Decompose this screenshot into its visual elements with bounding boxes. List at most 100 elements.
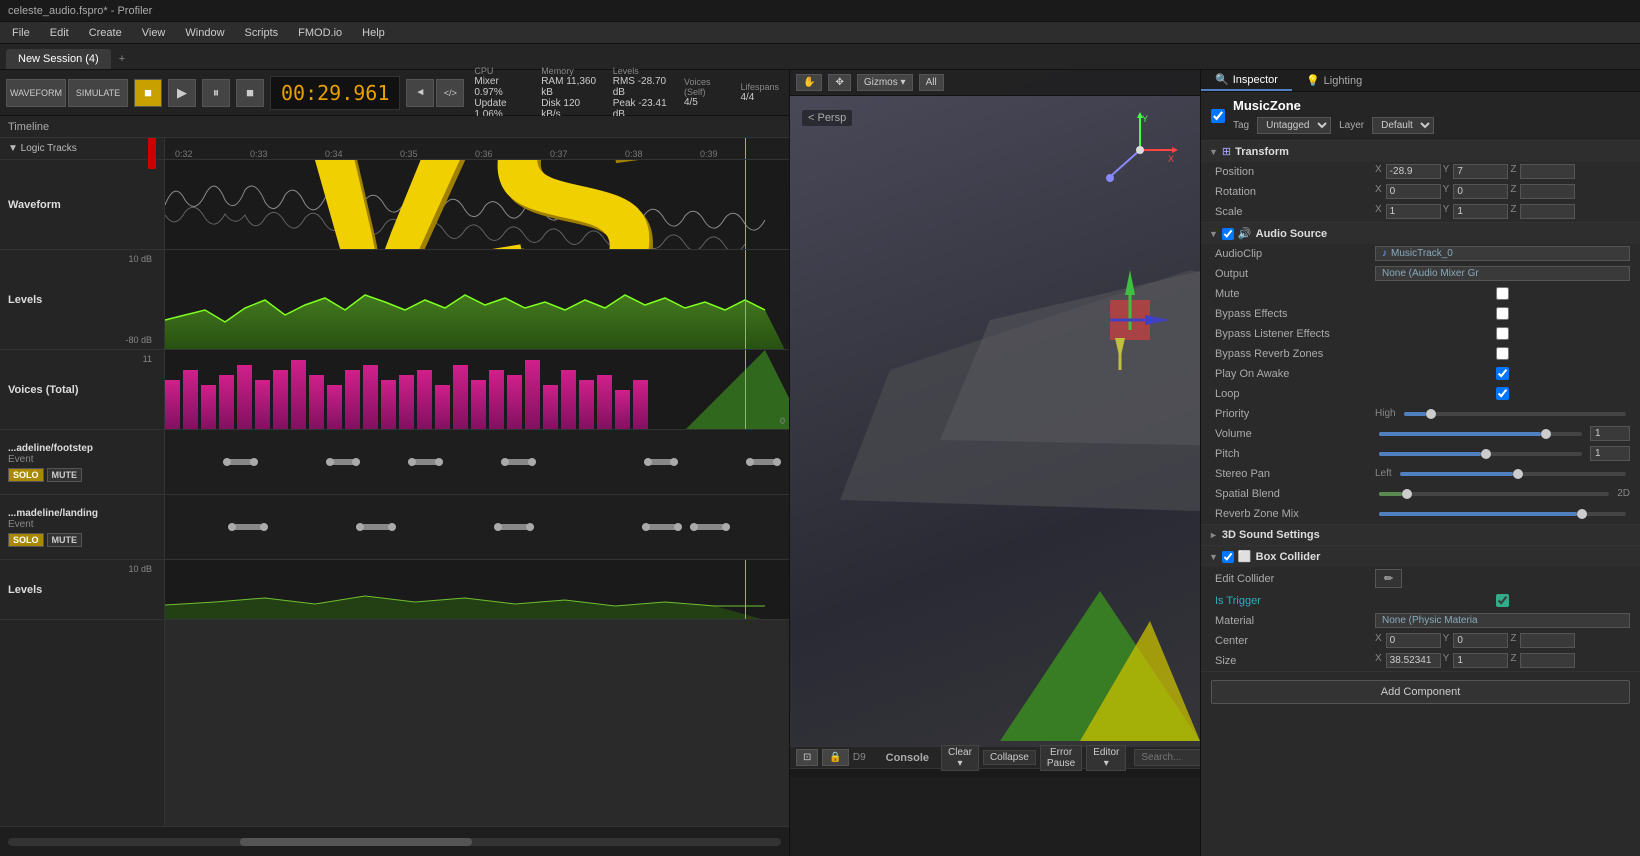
priority-slider[interactable] bbox=[1404, 412, 1626, 416]
console-d9-label: D9 bbox=[853, 752, 866, 763]
footstep-handle-1[interactable] bbox=[223, 459, 258, 465]
landing-solo[interactable]: SOLO bbox=[8, 533, 44, 547]
center-z[interactable] bbox=[1520, 633, 1575, 648]
bypass-reverb-checkbox[interactable] bbox=[1375, 347, 1630, 360]
reverb-zone-mix-row: Reverb Zone Mix bbox=[1201, 504, 1640, 524]
play-button[interactable]: ▶ bbox=[168, 79, 196, 107]
menu-window[interactable]: Window bbox=[177, 25, 232, 41]
transport-code-toggle[interactable]: </> bbox=[436, 79, 464, 107]
size-z[interactable] bbox=[1520, 653, 1575, 668]
console-editor-button[interactable]: Editor bbox=[1086, 745, 1126, 771]
rotation-y[interactable] bbox=[1453, 184, 1508, 199]
transform-header[interactable]: ▼ ⊞ Transform bbox=[1201, 141, 1640, 162]
bypass-effects-checkbox[interactable] bbox=[1375, 307, 1630, 320]
footstep-handle-2[interactable] bbox=[326, 459, 361, 465]
scale-z[interactable] bbox=[1520, 204, 1575, 219]
stat-voices: Voices (Self) 4/5 bbox=[684, 77, 725, 108]
transport-arrow-left[interactable]: ◄ bbox=[406, 79, 434, 107]
menu-view[interactable]: View bbox=[134, 25, 174, 41]
hand-tool[interactable]: ✋ bbox=[796, 74, 822, 91]
landing-handle-5[interactable] bbox=[690, 524, 730, 530]
record-button[interactable]: ■ bbox=[134, 79, 162, 107]
spatial-blend-slider[interactable] bbox=[1379, 492, 1609, 496]
gizmos-button[interactable]: Gizmos ▾ bbox=[857, 74, 913, 91]
console-collapse-button[interactable]: Collapse bbox=[983, 750, 1036, 765]
menu-scripts[interactable]: Scripts bbox=[237, 25, 287, 41]
scrollbar-thumb[interactable] bbox=[240, 838, 472, 846]
tab-inspector[interactable]: 🔍 Inspector bbox=[1201, 70, 1292, 91]
play-on-awake-row: Play On Awake bbox=[1201, 364, 1640, 384]
box-collider-header[interactable]: ▼ ⬜ Box Collider bbox=[1201, 546, 1640, 567]
loop-checkbox[interactable] bbox=[1375, 387, 1630, 400]
rotation-z[interactable] bbox=[1520, 184, 1575, 199]
edit-collider-button[interactable]: ✏ bbox=[1375, 569, 1402, 588]
pitch-slider[interactable] bbox=[1379, 452, 1582, 456]
bypass-listener-checkbox[interactable] bbox=[1375, 327, 1630, 340]
landing-handle-1[interactable] bbox=[228, 524, 268, 530]
pause-button[interactable]: ⏸ bbox=[202, 79, 230, 107]
terrain-shape bbox=[1000, 541, 1200, 741]
landing-handle-2[interactable] bbox=[356, 524, 396, 530]
position-y[interactable] bbox=[1453, 164, 1508, 179]
tab-add[interactable]: + bbox=[111, 49, 133, 69]
scale-y[interactable] bbox=[1453, 204, 1508, 219]
all-button[interactable]: All bbox=[919, 74, 944, 91]
landing-mute[interactable]: MUTE bbox=[47, 533, 83, 547]
landing-handle-4[interactable] bbox=[642, 524, 682, 530]
console-error-pause-button[interactable]: Error Pause bbox=[1040, 745, 1082, 771]
object-tag-dropdown[interactable]: Untagged bbox=[1257, 117, 1331, 134]
menu-help[interactable]: Help bbox=[354, 25, 393, 41]
menu-fmodio[interactable]: FMOD.io bbox=[290, 25, 350, 41]
console-search-input[interactable] bbox=[1134, 749, 1200, 766]
pitch-input[interactable] bbox=[1590, 446, 1630, 461]
footstep-handle-4[interactable] bbox=[501, 459, 536, 465]
tab-session[interactable]: New Session (4) bbox=[6, 49, 111, 69]
is-trigger-checkbox[interactable] bbox=[1375, 594, 1630, 607]
size-x[interactable] bbox=[1386, 653, 1441, 668]
loop-row: Loop bbox=[1201, 384, 1640, 404]
add-component-button[interactable]: Add Component bbox=[1211, 680, 1630, 704]
footstep-handle-6[interactable] bbox=[746, 459, 781, 465]
scene-background: < Persp Y X bbox=[790, 70, 1200, 856]
box-collider-enabled[interactable] bbox=[1222, 551, 1234, 563]
scale-x[interactable] bbox=[1386, 204, 1441, 219]
menu-file[interactable]: File bbox=[4, 25, 38, 41]
rotation-x[interactable] bbox=[1386, 184, 1441, 199]
audio-source-enabled[interactable] bbox=[1222, 228, 1234, 240]
position-z[interactable] bbox=[1520, 164, 1575, 179]
logic-tracks-label: ▼ Logic Tracks bbox=[8, 143, 77, 154]
audio-source-header[interactable]: ▼ 🔊 Audio Source bbox=[1201, 223, 1640, 244]
sound-settings-header[interactable]: ► 3D Sound Settings bbox=[1201, 525, 1640, 545]
bypass-listener-row: Bypass Listener Effects bbox=[1201, 324, 1640, 344]
volume-slider[interactable] bbox=[1379, 432, 1582, 436]
transport-mode-simulate[interactable]: SIMULATE bbox=[68, 79, 128, 107]
console-dock-icon[interactable]: ⊡ bbox=[796, 749, 818, 766]
horizontal-scrollbar[interactable] bbox=[8, 838, 781, 846]
volume-input[interactable] bbox=[1590, 426, 1630, 441]
center-x[interactable] bbox=[1386, 633, 1441, 648]
size-y[interactable] bbox=[1453, 653, 1508, 668]
menu-create[interactable]: Create bbox=[81, 25, 130, 41]
footstep-handle-5[interactable] bbox=[644, 459, 679, 465]
footstep-solo[interactable]: SOLO bbox=[8, 468, 44, 482]
object-layer-dropdown[interactable]: Default bbox=[1372, 117, 1434, 134]
level-meter bbox=[148, 138, 156, 169]
tab-lighting[interactable]: 💡 Lighting bbox=[1292, 70, 1376, 91]
position-x[interactable] bbox=[1386, 164, 1441, 179]
footstep-mute[interactable]: MUTE bbox=[47, 468, 83, 482]
move-tool[interactable]: ✥ bbox=[828, 74, 850, 91]
center-y[interactable] bbox=[1453, 633, 1508, 648]
play-on-awake-checkbox[interactable] bbox=[1375, 367, 1630, 380]
footstep-handle-3[interactable] bbox=[408, 459, 443, 465]
console-lock-icon[interactable]: 🔒 bbox=[822, 749, 848, 766]
console-clear-button[interactable]: Clear bbox=[941, 745, 979, 771]
mute-checkbox[interactable] bbox=[1375, 287, 1630, 300]
transport-mode-waveform[interactable]: WAVEFORM bbox=[6, 79, 66, 107]
landing-handle-3[interactable] bbox=[494, 524, 534, 530]
stereo-pan-slider[interactable] bbox=[1400, 472, 1626, 476]
main-layout: WAVEFORM SIMULATE ■ ▶ ⏸ ■ 00:29.961 ◄ </… bbox=[0, 70, 1640, 856]
object-enabled-checkbox[interactable] bbox=[1211, 109, 1225, 123]
menu-edit[interactable]: Edit bbox=[42, 25, 77, 41]
reverb-zone-mix-slider[interactable] bbox=[1379, 512, 1626, 516]
stop-button[interactable]: ■ bbox=[236, 79, 264, 107]
